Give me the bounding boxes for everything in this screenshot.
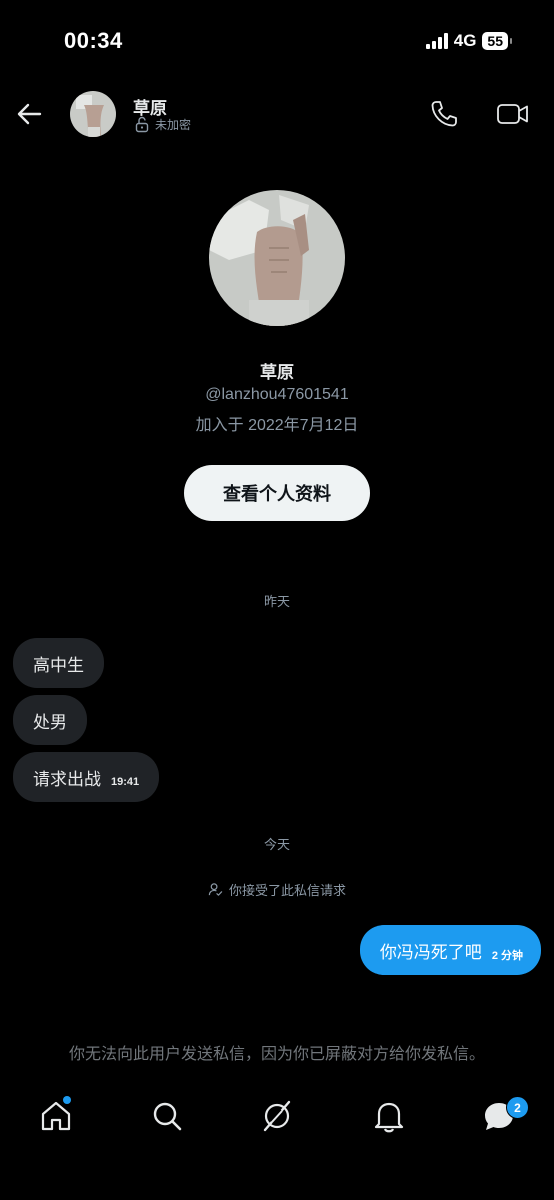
video-call-icon[interactable] [496, 98, 530, 130]
bell-icon[interactable] [371, 1098, 407, 1134]
header-avatar[interactable] [70, 91, 116, 137]
messages-badge: 2 [506, 1096, 529, 1119]
home-notification-dot [63, 1096, 71, 1104]
message-time: 19:41 [111, 776, 140, 788]
date-separator-today: 今天 [263, 837, 290, 852]
message-text: 处男 [33, 712, 67, 732]
status-indicators: 4G 55 [425, 31, 512, 51]
signal-icon [425, 33, 448, 49]
message-outgoing[interactable]: 你冯冯死了吧 2 分钟 [359, 925, 541, 975]
search-icon[interactable] [149, 1098, 185, 1134]
profile-avatar[interactable] [209, 190, 345, 326]
profile-name: 草原 [260, 363, 294, 382]
message-text: 高中生 [33, 655, 84, 675]
encryption-status: 未加密 [134, 116, 191, 133]
battery-icon: 55 [482, 32, 512, 50]
grok-icon[interactable] [259, 1098, 295, 1134]
message-text: 请求出战 [33, 769, 101, 789]
blocked-notice: 你无法向此用户发送私信，因为你已屏蔽对方给你发私信。 [68, 1046, 485, 1063]
view-profile-button[interactable]: 查看个人资料 [184, 465, 370, 521]
back-arrow-icon[interactable] [14, 98, 46, 130]
accepted-note-text: 你接受了此私信请求 [228, 883, 346, 898]
profile-joined-date: 加入于 2022年7月12日 [195, 417, 359, 434]
unlock-icon [135, 116, 149, 133]
message-incoming[interactable]: 请求出战 19:41 [13, 752, 160, 802]
profile-handle: @lanzhou47601541 [205, 386, 349, 403]
message-time: 2 分钟 [491, 950, 523, 962]
message-incoming[interactable]: 高中生 [13, 638, 104, 688]
encryption-label: 未加密 [155, 118, 192, 132]
status-time: 00:34 [64, 28, 123, 53]
message-incoming[interactable]: 处男 [13, 695, 87, 745]
request-accepted-note: 你接受了此私信请求 [0, 880, 554, 899]
network-label: 4G [453, 31, 477, 50]
message-text: 你冯冯死了吧 [379, 942, 482, 962]
user-check-icon [208, 883, 223, 896]
phone-icon[interactable] [428, 98, 460, 130]
date-separator-yesterday: 昨天 [263, 594, 290, 609]
